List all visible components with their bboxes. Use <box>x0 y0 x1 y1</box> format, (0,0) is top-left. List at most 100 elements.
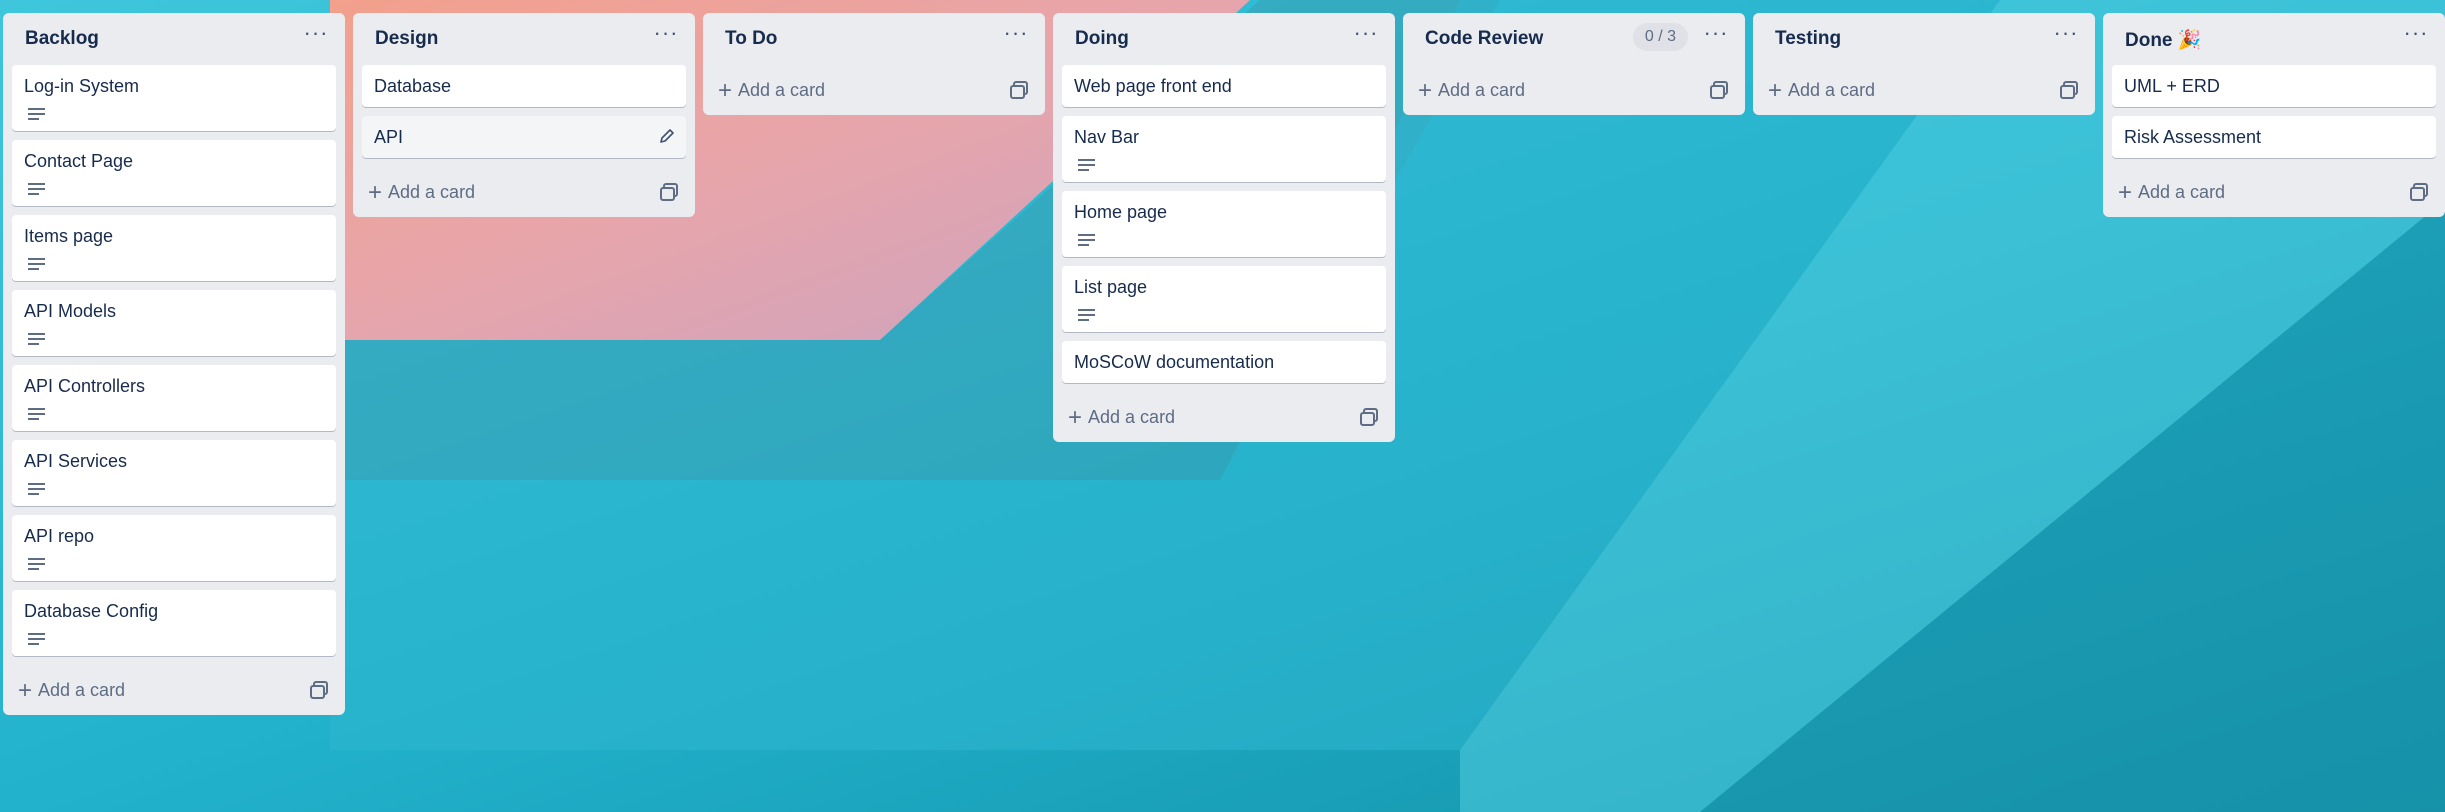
list-to-do: To Do ··· + Add a card <box>703 13 1045 115</box>
card[interactable]: Database Config <box>12 590 336 656</box>
more-horizontal-icon[interactable]: ··· <box>1000 22 1032 51</box>
card[interactable]: List page <box>1062 266 1386 332</box>
plus-icon: + <box>18 677 33 704</box>
pencil-icon[interactable] <box>658 127 676 145</box>
card-title: API Controllers <box>24 376 146 396</box>
card[interactable]: Database <box>362 65 686 107</box>
card[interactable]: Risk Assessment <box>2112 116 2436 158</box>
card-title: API Services <box>24 451 128 471</box>
card-list: Log-in System Contact Page Items page API M… <box>12 65 336 656</box>
card-title: API <box>374 127 404 147</box>
card-list: Web page front end Nav Bar Home page List p… <box>1062 65 1386 383</box>
card-template-icon[interactable] <box>2408 181 2430 203</box>
add-card-label: Add a card <box>38 680 126 700</box>
card-title: Risk Assessment <box>2124 127 2262 147</box>
description-lines-icon <box>28 257 45 271</box>
description-lines-icon <box>28 107 45 121</box>
card-composer: + Add a card <box>362 167 686 217</box>
list-design: Design ··· Database API + Add a card <box>353 13 695 217</box>
card[interactable]: Log-in System <box>12 65 336 131</box>
list-header[interactable]: Doing ··· <box>1062 13 1386 65</box>
card-template-icon[interactable] <box>658 181 680 203</box>
card-title: UML + ERD <box>2124 76 2220 96</box>
list-backlog: Backlog ··· Log-in System Contact Page Items… <box>3 13 345 715</box>
card-title: Database Config <box>24 601 159 621</box>
list-title[interactable]: Backlog <box>25 28 99 50</box>
card[interactable]: Web page front end <box>1062 65 1386 107</box>
list-header[interactable]: Done 🎉 ··· <box>2112 13 2436 65</box>
list-header[interactable]: Design ··· <box>362 13 686 65</box>
card-title: Home page <box>1074 202 1168 222</box>
list-header[interactable]: Testing ··· <box>1762 13 2086 65</box>
card-title: List page <box>1074 277 1148 297</box>
add-card-button[interactable]: + Add a card <box>1068 400 1175 434</box>
card-limit-badge: 0 / 3 <box>1632 23 1688 51</box>
card-title: API repo <box>24 526 95 546</box>
more-horizontal-icon[interactable]: ··· <box>1700 22 1732 51</box>
card-composer: + Add a card <box>1762 65 2086 115</box>
list-title[interactable]: Testing <box>1775 28 1841 50</box>
plus-icon: + <box>1068 404 1083 431</box>
plus-icon: + <box>368 179 383 206</box>
more-horizontal-icon[interactable]: ··· <box>650 22 682 51</box>
card[interactable]: Home page <box>1062 191 1386 257</box>
card[interactable]: API Services <box>12 440 336 506</box>
card[interactable]: API <box>362 116 686 158</box>
card-title: API Models <box>24 301 117 321</box>
list-header[interactable]: Code Review 0 / 3 ··· <box>1412 13 1736 65</box>
card-title: MoSCoW documentation <box>1074 352 1275 372</box>
description-lines-icon <box>28 557 45 571</box>
more-horizontal-icon[interactable]: ··· <box>2400 22 2432 51</box>
description-lines-icon <box>1078 158 1095 172</box>
list-code-review: Code Review 0 / 3 ··· + Add a card <box>1403 13 1745 115</box>
add-card-button[interactable]: + Add a card <box>1768 73 1875 107</box>
plus-icon: + <box>718 77 733 104</box>
list-done: Done 🎉 ··· UML + ERD Risk Assessment + Add a … <box>2103 13 2445 217</box>
plus-icon: + <box>1768 77 1783 104</box>
card-template-icon[interactable] <box>1008 79 1030 101</box>
add-card-button[interactable]: + Add a card <box>368 175 475 209</box>
card[interactable]: UML + ERD <box>2112 65 2436 107</box>
description-lines-icon <box>28 182 45 196</box>
card-title: Items page <box>24 226 114 246</box>
card-template-icon[interactable] <box>308 679 330 701</box>
list-title[interactable]: Design <box>375 28 438 50</box>
card-composer: + Add a card <box>2112 167 2436 217</box>
card-title: Database <box>374 76 452 96</box>
list-title[interactable]: Doing <box>1075 28 1129 50</box>
list-title[interactable]: To Do <box>725 28 777 50</box>
more-horizontal-icon[interactable]: ··· <box>300 22 332 51</box>
more-horizontal-icon[interactable]: ··· <box>1350 22 1382 51</box>
card-composer: + Add a card <box>712 65 1036 115</box>
board: Backlog ··· Log-in System Contact Page Items… <box>0 0 2445 812</box>
card[interactable]: API repo <box>12 515 336 581</box>
card-template-icon[interactable] <box>1358 406 1380 428</box>
description-lines-icon <box>1078 233 1095 247</box>
card-composer: + Add a card <box>12 665 336 715</box>
card-template-icon[interactable] <box>1708 79 1730 101</box>
add-card-button[interactable]: + Add a card <box>1418 73 1525 107</box>
card[interactable]: API Controllers <box>12 365 336 431</box>
add-card-label: Add a card <box>1438 80 1526 100</box>
list-header[interactable]: Backlog ··· <box>12 13 336 65</box>
card-title: Web page front end <box>1074 76 1232 96</box>
list-header[interactable]: To Do ··· <box>712 13 1036 65</box>
add-card-label: Add a card <box>388 182 476 202</box>
add-card-label: Add a card <box>1088 407 1176 427</box>
card-template-icon[interactable] <box>2058 79 2080 101</box>
list-title[interactable]: Code Review <box>1425 28 1543 50</box>
card-title: Contact Page <box>24 151 134 171</box>
card[interactable]: Contact Page <box>12 140 336 206</box>
add-card-button[interactable]: + Add a card <box>18 673 125 707</box>
add-card-button[interactable]: + Add a card <box>2118 175 2225 209</box>
card[interactable]: Items page <box>12 215 336 281</box>
description-lines-icon <box>28 407 45 421</box>
add-card-button[interactable]: + Add a card <box>718 73 825 107</box>
card[interactable]: API Models <box>12 290 336 356</box>
list-title[interactable]: Done 🎉 <box>2125 28 2201 52</box>
card-composer: + Add a card <box>1062 392 1386 442</box>
card[interactable]: MoSCoW documentation <box>1062 341 1386 383</box>
more-horizontal-icon[interactable]: ··· <box>2050 22 2082 51</box>
list-testing: Testing ··· + Add a card <box>1753 13 2095 115</box>
card[interactable]: Nav Bar <box>1062 116 1386 182</box>
